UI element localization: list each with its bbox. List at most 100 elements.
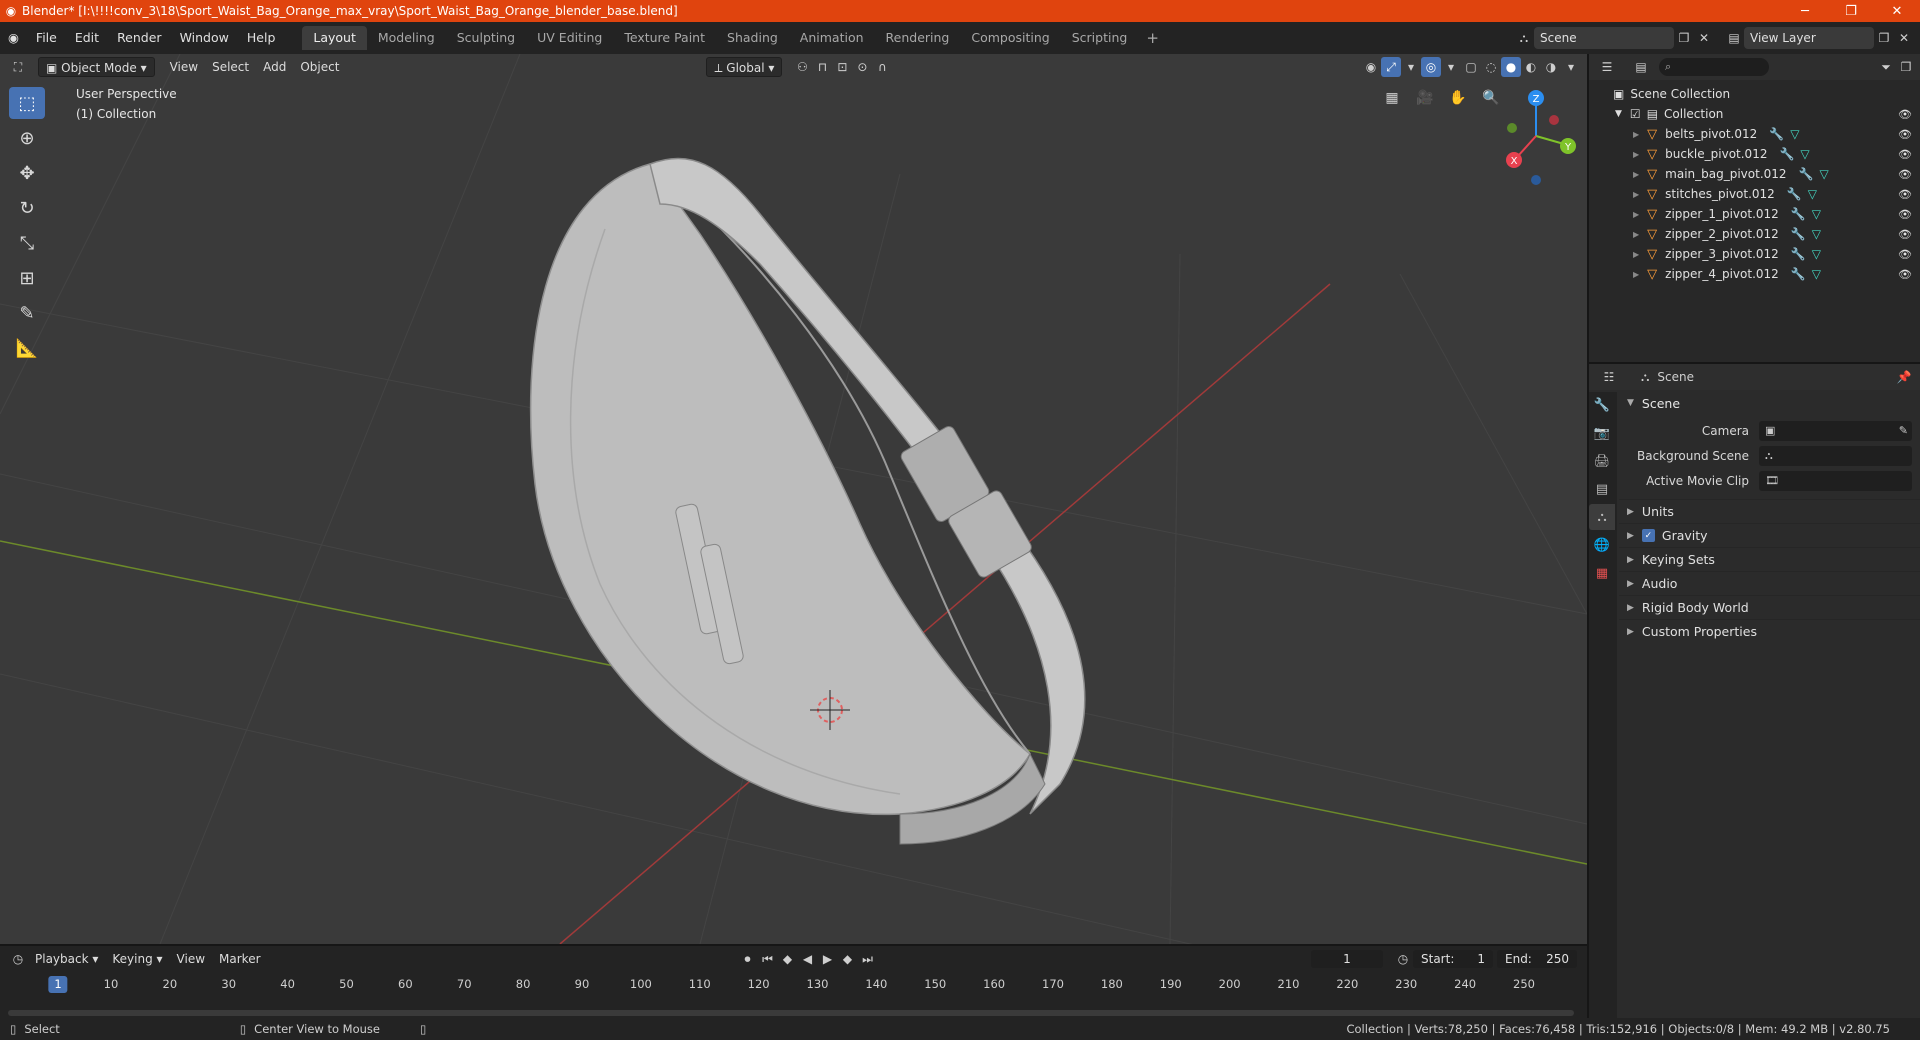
units-panel[interactable]: ▶ Units bbox=[1619, 499, 1920, 523]
minimize-button[interactable]: ─ bbox=[1782, 0, 1828, 22]
outliner-item[interactable]: ▶ ▽ zipper_3_pivot.012 🔧 ▽ 👁 bbox=[1589, 244, 1920, 264]
view-layer-tab-icon[interactable]: ▤ bbox=[1589, 476, 1615, 502]
modifier-wrench-icon[interactable]: 🔧 bbox=[1769, 127, 1784, 141]
rotate-tool-icon[interactable]: ↻ bbox=[9, 192, 45, 224]
show-gizmo-icon[interactable]: ⤢ bbox=[1381, 57, 1401, 77]
mesh-data-icon[interactable]: ▽ bbox=[1812, 247, 1821, 261]
outliner-editor-icon[interactable]: ☰ bbox=[1597, 57, 1617, 77]
pin-icon[interactable]: 📌 bbox=[1894, 367, 1914, 387]
display-mode-icon[interactable]: ▤ bbox=[1631, 57, 1651, 77]
viewport-menu-add[interactable]: Add bbox=[256, 57, 293, 77]
custom-properties-panel[interactable]: ▶ Custom Properties bbox=[1619, 619, 1920, 643]
modifier-wrench-icon[interactable]: 🔧 bbox=[1791, 227, 1806, 241]
maximize-button[interactable]: ❐ bbox=[1828, 0, 1874, 22]
outliner-item[interactable]: ▶ ▽ belts_pivot.012 🔧 ▽ 👁 bbox=[1589, 124, 1920, 144]
proportional-edit-icon[interactable]: ⊙ bbox=[852, 57, 872, 77]
render-tab-icon[interactable]: 📷 bbox=[1589, 420, 1615, 446]
outliner-item[interactable]: ▶ ▽ zipper_1_pivot.012 🔧 ▽ 👁 bbox=[1589, 204, 1920, 224]
mode-selector[interactable]: ▣ Object Mode ▾ bbox=[38, 57, 155, 77]
blender-menu-icon[interactable]: ◉ bbox=[0, 27, 27, 49]
delete-view-layer-icon[interactable]: ✕ bbox=[1894, 28, 1914, 48]
wireframe-shading-icon[interactable]: ◌ bbox=[1481, 57, 1501, 77]
record-icon[interactable]: ⏺ bbox=[738, 949, 758, 969]
falloff-icon[interactable]: ∩ bbox=[872, 57, 892, 77]
eyedropper-icon[interactable]: ✎ bbox=[1899, 424, 1908, 437]
visibility-eye-icon[interactable]: 👁 bbox=[1898, 108, 1912, 121]
expand-icon[interactable]: ▶ bbox=[1633, 190, 1639, 199]
gizmo-neg-y[interactable] bbox=[1507, 123, 1517, 133]
tab-rendering[interactable]: Rendering bbox=[875, 26, 961, 50]
start-frame-field[interactable]: Start: 1 bbox=[1413, 950, 1493, 968]
end-frame-field[interactable]: End: 250 bbox=[1497, 950, 1577, 968]
preview-range-icon[interactable]: ◷ bbox=[1393, 949, 1413, 969]
mesh-data-icon[interactable]: ▽ bbox=[1812, 227, 1821, 241]
gizmo-neg-x[interactable] bbox=[1549, 115, 1559, 125]
timeline-scrollbar[interactable] bbox=[8, 1010, 1574, 1016]
camera-field[interactable]: ▣ ✎ bbox=[1759, 420, 1912, 441]
new-view-layer-icon[interactable]: ❐ bbox=[1874, 28, 1894, 48]
play-icon[interactable]: ▶ bbox=[818, 949, 838, 969]
tab-texture-paint[interactable]: Texture Paint bbox=[613, 26, 716, 50]
annotate-tool-icon[interactable]: ✎ bbox=[9, 297, 45, 329]
mesh-data-icon[interactable]: ▽ bbox=[1812, 267, 1821, 281]
viewport-menu-view[interactable]: View bbox=[163, 57, 205, 77]
expand-icon[interactable]: ▶ bbox=[1633, 170, 1639, 179]
background-scene-field[interactable]: ⛬ bbox=[1759, 445, 1912, 466]
current-frame-indicator[interactable]: 1 bbox=[48, 976, 68, 993]
scene-collection-row[interactable]: ▣ Scene Collection bbox=[1589, 84, 1920, 104]
jump-end-icon[interactable]: ⏭ bbox=[858, 949, 878, 969]
outliner-item[interactable]: ▶ ▽ buckle_pivot.012 🔧 ▽ 👁 bbox=[1589, 144, 1920, 164]
tab-animation[interactable]: Animation bbox=[789, 26, 875, 50]
exclude-checkbox[interactable]: ☑ bbox=[1630, 107, 1641, 121]
new-collection-icon[interactable]: ❐ bbox=[1896, 57, 1916, 77]
modifier-wrench-icon[interactable]: 🔧 bbox=[1787, 187, 1802, 201]
tab-modeling[interactable]: Modeling bbox=[367, 26, 446, 50]
active-movie-clip-field[interactable]: 🎞 bbox=[1759, 470, 1912, 491]
outliner-item[interactable]: ▶ ▽ stitches_pivot.012 🔧 ▽ 👁 bbox=[1589, 184, 1920, 204]
toggle-camera-icon[interactable]: ▦ bbox=[1380, 86, 1404, 110]
rendered-shading-icon[interactable]: ◑ bbox=[1541, 57, 1561, 77]
close-button[interactable]: ✕ bbox=[1874, 0, 1920, 22]
current-frame-field[interactable]: 1 bbox=[1311, 950, 1383, 968]
menu-edit[interactable]: Edit bbox=[66, 27, 108, 49]
visibility-eye-icon[interactable]: 👁 bbox=[1898, 268, 1912, 281]
timeline-editor-icon[interactable]: ◷ bbox=[8, 949, 28, 969]
tool-tab-icon[interactable]: 🔧 bbox=[1589, 392, 1615, 418]
filter-icon[interactable]: ⏷ bbox=[1876, 57, 1896, 77]
output-tab-icon[interactable]: 🖨 bbox=[1589, 448, 1615, 474]
mesh-data-icon[interactable]: ▽ bbox=[1808, 187, 1817, 201]
material-shading-icon[interactable]: ◐ bbox=[1521, 57, 1541, 77]
measure-tool-icon[interactable]: 📐 bbox=[9, 332, 45, 364]
scene-selector[interactable]: Scene bbox=[1534, 27, 1674, 49]
tab-uv-editing[interactable]: UV Editing bbox=[526, 26, 613, 50]
world-tab-icon[interactable]: 🌐 bbox=[1589, 532, 1615, 558]
tab-compositing[interactable]: Compositing bbox=[960, 26, 1060, 50]
view-layer-icon[interactable]: ▤ bbox=[1724, 28, 1744, 48]
expand-icon[interactable]: ▶ bbox=[1633, 250, 1639, 259]
gravity-checkbox[interactable]: ✓ bbox=[1641, 529, 1655, 542]
shading-dropdown-icon[interactable]: ▾ bbox=[1561, 57, 1581, 77]
overlays-dropdown-icon[interactable]: ▾ bbox=[1441, 57, 1461, 77]
camera-view-icon[interactable]: 🎥 bbox=[1413, 86, 1437, 110]
rigid-body-world-panel[interactable]: ▶ Rigid Body World bbox=[1619, 595, 1920, 619]
timeline-menu-keying[interactable]: Keying ▾ bbox=[105, 949, 169, 969]
modifier-wrench-icon[interactable]: 🔧 bbox=[1799, 167, 1814, 181]
3d-viewport[interactable]: ⛶ ▣ Object Mode ▾ View Select Add Object… bbox=[0, 54, 1587, 944]
delete-scene-icon[interactable]: ✕ bbox=[1694, 28, 1714, 48]
add-workspace-button[interactable]: + bbox=[1138, 29, 1167, 47]
select-box-tool-icon[interactable]: ⬚ bbox=[9, 87, 45, 119]
view-layer-selector[interactable]: View Layer bbox=[1744, 27, 1874, 49]
visibility-eye-icon[interactable]: 👁 bbox=[1898, 148, 1912, 161]
menu-help[interactable]: Help bbox=[238, 27, 285, 49]
viewport-menu-select[interactable]: Select bbox=[205, 57, 256, 77]
collection-row[interactable]: ▼ ☑ ▤ Collection 👁 bbox=[1589, 104, 1920, 124]
tab-sculpting[interactable]: Sculpting bbox=[446, 26, 526, 50]
expand-icon[interactable]: ▼ bbox=[1615, 109, 1622, 119]
show-overlays-icon[interactable]: ◎ bbox=[1421, 57, 1441, 77]
visibility-eye-icon[interactable]: 👁 bbox=[1898, 168, 1912, 181]
timeline-menu-marker[interactable]: Marker bbox=[212, 949, 267, 969]
gizmo-dropdown-icon[interactable]: ▾ bbox=[1401, 57, 1421, 77]
tab-layout[interactable]: Layout bbox=[302, 26, 367, 50]
waist-bag-model[interactable] bbox=[529, 157, 1086, 845]
modifier-wrench-icon[interactable]: 🔧 bbox=[1791, 267, 1806, 281]
